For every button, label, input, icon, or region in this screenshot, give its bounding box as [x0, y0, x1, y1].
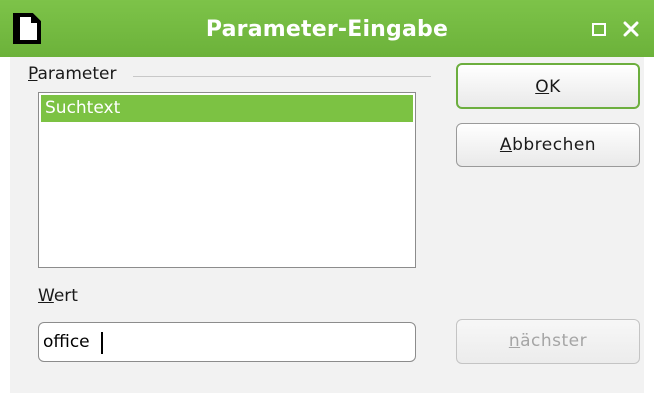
dialog-title: Parameter-Eingabe — [205, 17, 449, 42]
text-caret — [101, 332, 103, 354]
value-label-mnemonic: W — [38, 286, 54, 306]
next-button[interactable]: nächster — [456, 319, 640, 364]
cancel-mnemonic: A — [499, 135, 513, 155]
title-bar: Parameter-Eingabe — [0, 0, 654, 57]
ok-mnemonic: O — [535, 77, 550, 97]
ok-button[interactable]: OK — [456, 63, 640, 109]
value-input[interactable] — [38, 322, 416, 362]
group-separator — [133, 76, 431, 77]
ok-label-rest: K — [549, 77, 561, 97]
cancel-label-rest: bbrechen — [512, 135, 597, 155]
maximize-icon[interactable] — [588, 18, 610, 40]
list-item[interactable]: Suchtext — [41, 95, 413, 122]
parameter-label-mnemonic: P — [28, 64, 38, 84]
parameter-list[interactable]: Suchtext — [38, 92, 416, 268]
next-mnemonic: n — [508, 331, 521, 351]
value-label: Wert — [38, 286, 78, 306]
parameter-dialog: Parameter-Eingabe Parameter Suchtext Wer… — [0, 0, 654, 401]
parameter-label-rest: arameter — [37, 64, 117, 84]
value-label-rest: ert — [53, 286, 78, 306]
next-label-rest: ächster — [520, 331, 588, 351]
parameter-group-label: Parameter — [28, 64, 116, 84]
cancel-button[interactable]: Abbrechen — [456, 123, 640, 167]
window-bottom-border — [0, 393, 654, 401]
close-icon[interactable] — [620, 18, 642, 40]
